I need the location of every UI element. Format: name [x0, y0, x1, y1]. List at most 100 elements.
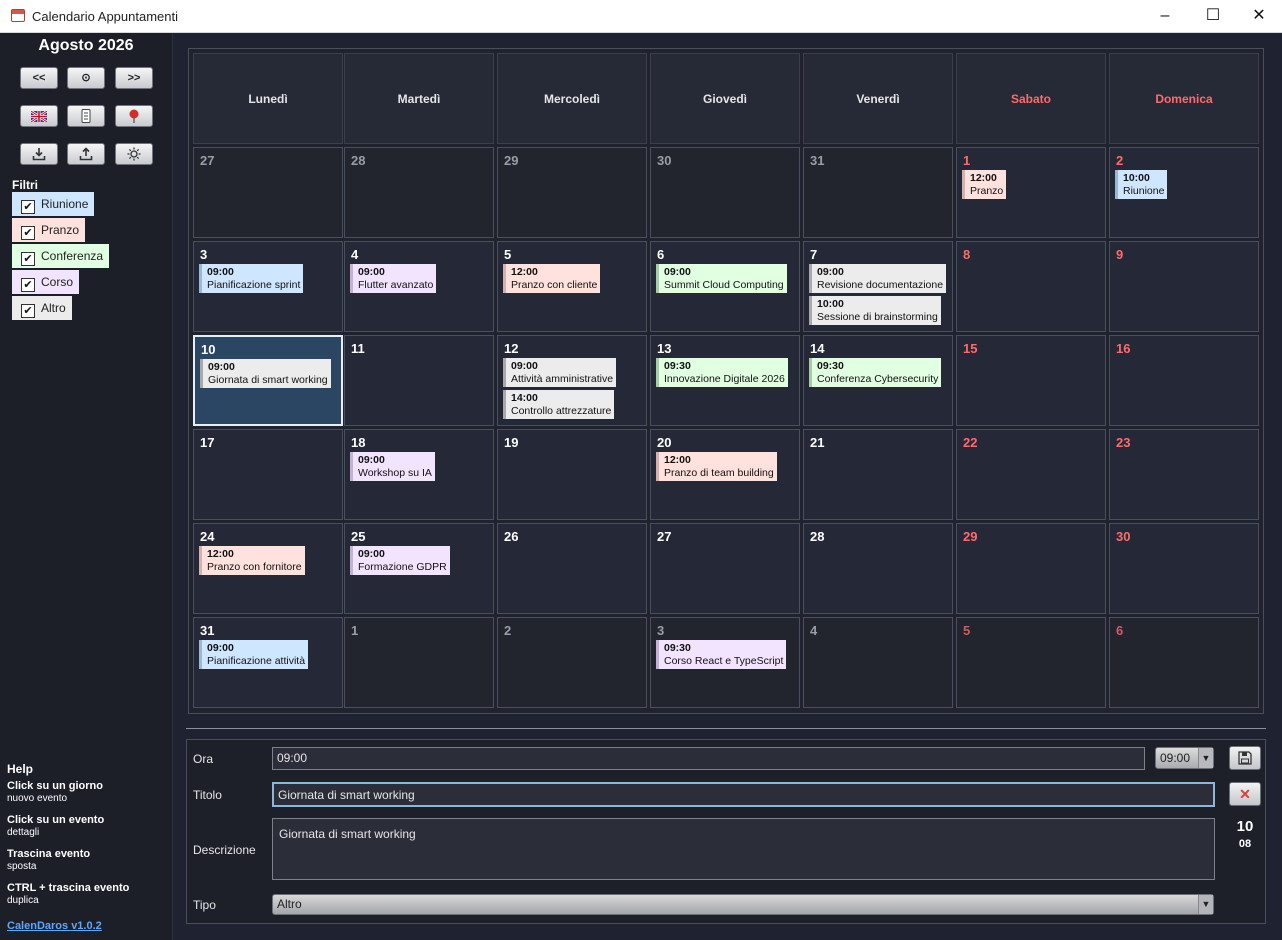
- event-chip[interactable]: 10:00 Sessione di brainstorming: [809, 296, 941, 325]
- event-chip[interactable]: 09:30 Innovazione Digitale 2026: [656, 358, 788, 387]
- day-number: 5: [963, 623, 971, 638]
- event-chip[interactable]: 12:00 Pranzo di team building: [656, 452, 777, 481]
- descrizione-textarea[interactable]: Giornata di smart working: [272, 818, 1215, 880]
- day-cell[interactable]: 18 09:00 Workshop su IA: [344, 429, 494, 520]
- day-cell[interactable]: 4 09:00 Flutter avanzato: [344, 241, 494, 332]
- event-title: Pianificazione attività: [207, 654, 306, 667]
- day-cell[interactable]: 3 09:00 Pianificazione sprint: [193, 241, 343, 332]
- day-cell[interactable]: 20 12:00 Pranzo di team building: [650, 429, 800, 520]
- day-cell[interactable]: 17: [193, 429, 343, 520]
- day-cell[interactable]: 14 09:30 Conferenza Cybersecurity: [803, 335, 953, 426]
- day-cell[interactable]: 29: [956, 523, 1106, 614]
- day-cell[interactable]: 8: [956, 241, 1106, 332]
- event-chip[interactable]: 12:00 Pranzo con cliente: [503, 264, 601, 293]
- day-cell[interactable]: 9: [1109, 241, 1259, 332]
- day-cell[interactable]: 21: [803, 429, 953, 520]
- day-number: 31: [200, 623, 215, 638]
- filter-riunione[interactable]: ✔ Riunione: [12, 192, 95, 216]
- day-cell[interactable]: 28: [344, 147, 494, 238]
- day-cell[interactable]: 12 09:00 Attività amministrative 14:00 Contr…: [497, 335, 647, 426]
- event-chip[interactable]: 09:00 Workshop su IA: [350, 452, 435, 481]
- day-cell[interactable]: 2 10:00 Riunione: [1109, 147, 1259, 238]
- day-cell[interactable]: 27: [650, 523, 800, 614]
- day-cell[interactable]: 22: [956, 429, 1106, 520]
- filter-conferenza[interactable]: ✔ Conferenza: [12, 244, 110, 268]
- event-chip[interactable]: 09:00 Revisione documentazione: [809, 264, 947, 293]
- minimize-button[interactable]: –: [1142, 4, 1188, 28]
- day-cell[interactable]: 31: [803, 147, 953, 238]
- language-flag-button[interactable]: [20, 105, 58, 127]
- event-chip[interactable]: 09:30 Conferenza Cybersecurity: [809, 358, 942, 387]
- export-button[interactable]: [67, 143, 105, 165]
- day-cell[interactable]: 26: [497, 523, 647, 614]
- filter-corso[interactable]: ✔ Corso: [12, 270, 80, 294]
- day-cell[interactable]: 28: [803, 523, 953, 614]
- event-chip[interactable]: 12:00 Pranzo con fornitore: [199, 546, 305, 575]
- filter-pranzo[interactable]: ✔ Pranzo: [12, 218, 86, 242]
- event-chip[interactable]: 09:00 Pianificazione sprint: [199, 264, 304, 293]
- time-select[interactable]: 09:00 ▼: [1155, 747, 1214, 769]
- day-cell[interactable]: 13 09:30 Innovazione Digitale 2026: [650, 335, 800, 426]
- day-cell[interactable]: 30: [1109, 523, 1259, 614]
- checkbox-checked-icon[interactable]: ✔: [21, 200, 35, 214]
- day-cell[interactable]: 6: [1109, 617, 1259, 708]
- filter-label: Pranzo: [41, 223, 80, 237]
- day-cell[interactable]: 5: [956, 617, 1106, 708]
- event-chip[interactable]: 09:00 Pianificazione attività: [199, 640, 309, 669]
- day-cell[interactable]: 29: [497, 147, 647, 238]
- today-button[interactable]: ⊙: [67, 67, 105, 89]
- day-cell[interactable]: 2: [497, 617, 647, 708]
- next-month-button[interactable]: >>: [115, 67, 153, 89]
- day-cell[interactable]: 31 09:00 Pianificazione attività: [193, 617, 343, 708]
- day-cell[interactable]: 4: [803, 617, 953, 708]
- import-button[interactable]: [20, 143, 58, 165]
- day-cell[interactable]: 25 09:00 Formazione GDPR: [344, 523, 494, 614]
- event-chip[interactable]: 10:00 Riunione: [1115, 170, 1168, 199]
- day-cell[interactable]: 11: [344, 335, 494, 426]
- day-cell[interactable]: 30: [650, 147, 800, 238]
- checkbox-checked-icon[interactable]: ✔: [21, 252, 35, 266]
- save-button[interactable]: [1229, 746, 1261, 770]
- download-icon: [32, 148, 46, 161]
- database-button[interactable]: [67, 105, 105, 127]
- checkbox-checked-icon[interactable]: ✔: [21, 226, 35, 240]
- event-chip[interactable]: 14:00 Controllo attrezzature: [503, 390, 615, 419]
- day-cell[interactable]: 1: [344, 617, 494, 708]
- event-time: 09:00: [817, 266, 844, 278]
- titolo-input[interactable]: Giornata di smart working: [272, 782, 1215, 807]
- theme-toggle-button[interactable]: [115, 143, 153, 165]
- filter-altro[interactable]: ✔ Altro: [12, 296, 72, 320]
- day-cell[interactable]: 5 12:00 Pranzo con cliente: [497, 241, 647, 332]
- event-chip[interactable]: 09:00 Summit Cloud Computing: [656, 264, 787, 293]
- day-cell[interactable]: 23: [1109, 429, 1259, 520]
- checkbox-checked-icon[interactable]: ✔: [21, 304, 35, 318]
- event-chip[interactable]: 12:00 Pranzo: [962, 170, 1007, 199]
- event-chip[interactable]: 09:00 Attività amministrative: [503, 358, 617, 387]
- day-cell[interactable]: 15: [956, 335, 1106, 426]
- prev-month-button[interactable]: <<: [20, 67, 58, 89]
- delete-button[interactable]: ✕: [1229, 782, 1261, 806]
- day-cell[interactable]: 3 09:30 Corso React e TypeScript: [650, 617, 800, 708]
- checkbox-checked-icon[interactable]: ✔: [21, 278, 35, 292]
- event-chip[interactable]: 09:30 Corso React e TypeScript: [656, 640, 787, 669]
- day-cell[interactable]: 16: [1109, 335, 1259, 426]
- day-cell[interactable]: 7 09:00 Revisione documentazione 10:00 Sessi…: [803, 241, 953, 332]
- event-time: 14:00: [511, 392, 538, 404]
- event-chip[interactable]: 09:00 Flutter avanzato: [350, 264, 437, 293]
- version-link[interactable]: CalenDaros v1.0.2: [7, 920, 102, 932]
- day-cell[interactable]: 27: [193, 147, 343, 238]
- event-chip[interactable]: 09:00 Formazione GDPR: [350, 546, 450, 575]
- day-cell[interactable]: 19: [497, 429, 647, 520]
- tipo-select[interactable]: Altro ▼: [272, 894, 1214, 915]
- close-button[interactable]: ✕: [1236, 4, 1282, 28]
- day-cell[interactable]: 24 12:00 Pranzo con fornitore: [193, 523, 343, 614]
- day-cell[interactable]: 10 09:00 Giornata di smart working: [193, 335, 343, 426]
- maximize-button[interactable]: ☐: [1190, 4, 1236, 28]
- event-time: 09:00: [358, 454, 385, 466]
- event-chip[interactable]: 09:00 Giornata di smart working: [200, 359, 331, 388]
- ora-input[interactable]: 09:00: [272, 747, 1145, 770]
- day-cell[interactable]: 6 09:00 Summit Cloud Computing: [650, 241, 800, 332]
- pin-button[interactable]: [115, 105, 153, 127]
- day-cell[interactable]: 1 12:00 Pranzo: [956, 147, 1106, 238]
- day-number: 4: [810, 623, 818, 638]
